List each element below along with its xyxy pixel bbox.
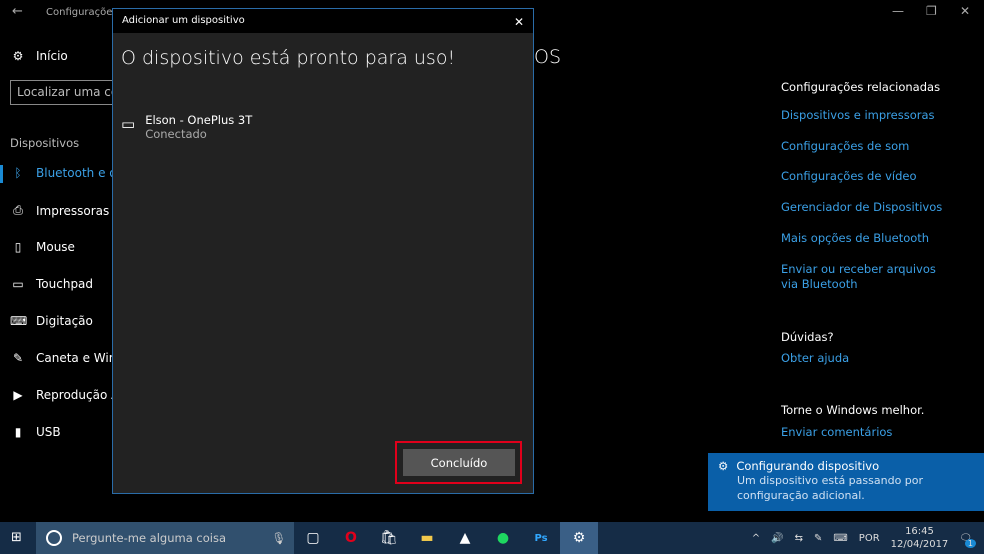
- printer-icon: ⎙: [13, 203, 23, 217]
- action-center-icon[interactable]: 🗨 1: [959, 533, 976, 548]
- system-tray: ^ 🔊 ⇆ ✎ ⌨ POR 16:45 12/04/2017 🗨 1: [752, 522, 984, 554]
- sidebar-item-label: USB: [36, 425, 61, 439]
- device-status: Conectado: [145, 127, 207, 141]
- search-placeholder: Pergunte-me alguma coisa: [72, 531, 226, 545]
- device-icon: ▭: [121, 115, 136, 133]
- pen-icon: ✎: [12, 351, 24, 365]
- dialog-close-icon[interactable]: ✕: [514, 15, 524, 29]
- feedback-heading: Torne o Windows melhor.: [781, 403, 925, 417]
- search-input[interactable]: Localizar uma con: [10, 80, 120, 105]
- notification-toast[interactable]: ⚙ Configurando dispositivo Um dispositivo…: [708, 453, 984, 511]
- dialog-title: Adicionar um dispositivo: [122, 15, 245, 26]
- toast-body: Um dispositivo está passando por configu…: [737, 474, 924, 502]
- home-label: Início: [36, 49, 68, 63]
- sidebar-item-2[interactable]: ▯ Mouse: [10, 240, 75, 254]
- time: 16:45: [905, 526, 934, 537]
- sidebar-item-label: Mouse: [36, 240, 75, 254]
- add-device-dialog: Adicionar um dispositivo ✕ O dispositivo …: [112, 8, 534, 494]
- touchpad-icon: ▭: [12, 277, 24, 291]
- network-icon[interactable]: ⇆: [795, 533, 803, 544]
- back-icon[interactable]: ←: [12, 4, 23, 19]
- sidebar-item-label: Digitação: [36, 314, 93, 328]
- done-button[interactable]: Concluído: [403, 449, 515, 476]
- feedback-link[interactable]: Enviar comentários: [781, 425, 892, 439]
- bluetooth-icon: ᛒ: [14, 166, 22, 180]
- volume-icon[interactable]: 🔊: [771, 533, 783, 544]
- link-send-files[interactable]: Enviar ou receber arquivos via Bluetooth: [781, 262, 951, 292]
- pen-icon[interactable]: ✎: [814, 533, 822, 544]
- sidebar-item-4[interactable]: ⌨ Digitação: [10, 314, 93, 328]
- sidebar-item-label: Touchpad: [36, 277, 94, 291]
- section-heading: Dispositivos: [10, 136, 80, 150]
- keyboard-icon[interactable]: ⌨: [833, 533, 847, 544]
- link-device-manager[interactable]: Gerenciador de Dispositivos: [781, 200, 942, 214]
- keyboard-icon: ⌨: [10, 314, 28, 328]
- help-link[interactable]: Obter ajuda: [781, 351, 849, 365]
- language-indicator[interactable]: POR: [859, 533, 880, 544]
- sidebar-item-label: Bluetooth e ou: [36, 166, 125, 180]
- mouse-icon: ▯: [14, 240, 22, 254]
- window-title: Configurações: [46, 7, 118, 18]
- cortana-search[interactable]: Pergunte-me alguma coisa 🎙: [36, 522, 294, 554]
- store-icon[interactable]: 🛍: [370, 522, 408, 554]
- show-hidden-icon[interactable]: ^: [752, 533, 760, 544]
- selected-indicator: [0, 165, 3, 183]
- photos-icon[interactable]: ▲: [446, 522, 484, 554]
- spotify-icon[interactable]: ●: [484, 522, 522, 554]
- file-explorer-icon[interactable]: ▬: [408, 522, 446, 554]
- device-item: ▭ Elson - OnePlus 3T Conectado: [121, 113, 252, 141]
- photoshop-icon[interactable]: Ps: [522, 522, 560, 554]
- sidebar-item-5[interactable]: ✎ Caneta e Wind: [10, 351, 124, 365]
- notification-count: 1: [964, 538, 976, 548]
- link-bluetooth-options[interactable]: Mais opções de Bluetooth: [781, 231, 929, 245]
- related-heading: Configurações relacionadas: [781, 80, 941, 94]
- autoplay-icon: ▶: [13, 388, 23, 402]
- sidebar-item-0[interactable]: ᛒ Bluetooth e ou: [10, 166, 124, 180]
- highlight-box: Concluído: [395, 441, 522, 484]
- link-devices-printers[interactable]: Dispositivos e impressoras: [781, 108, 935, 122]
- sidebar-item-3[interactable]: ▭ Touchpad: [10, 277, 93, 291]
- minimize-icon[interactable]: —: [892, 4, 904, 18]
- microphone-icon[interactable]: 🎙: [271, 531, 286, 545]
- windows-start-icon[interactable]: ⊞: [11, 530, 22, 545]
- taskbar: ⊞ Pergunte-me alguma coisa 🎙 ▢ O 🛍 ▬ ▲ ●…: [0, 522, 984, 554]
- close-icon[interactable]: ✕: [960, 4, 970, 18]
- cortana-icon: [46, 530, 62, 546]
- sidebar-home[interactable]: ⚙ Início: [10, 49, 68, 63]
- device-name: Elson - OnePlus 3T: [145, 113, 253, 127]
- settings-icon[interactable]: ⚙: [560, 522, 598, 554]
- sidebar-item-6[interactable]: ▶ Reprodução Au: [10, 388, 127, 402]
- gear-icon: ⚙: [718, 459, 729, 473]
- usb-icon: ▮: [14, 425, 22, 439]
- toast-title: Configurando dispositivo: [736, 459, 880, 473]
- help-heading: Dúvidas?: [781, 330, 834, 344]
- gear-icon: ⚙: [12, 49, 24, 63]
- sidebar-item-7[interactable]: ▮ USB: [10, 425, 61, 439]
- maximize-icon[interactable]: ❐: [926, 4, 937, 18]
- page-title-fragment: OS: [534, 46, 562, 68]
- link-sound[interactable]: Configurações de som: [781, 139, 909, 153]
- sidebar-item-label: Caneta e Wind: [36, 351, 124, 365]
- task-view-icon[interactable]: ▢: [294, 522, 332, 554]
- dialog-heading: O dispositivo está pronto para uso!: [121, 47, 456, 69]
- date: 12/04/2017: [890, 539, 949, 550]
- link-video[interactable]: Configurações de vídeo: [781, 169, 916, 183]
- clock[interactable]: 16:45 12/04/2017: [891, 525, 949, 551]
- opera-icon[interactable]: O: [332, 522, 370, 554]
